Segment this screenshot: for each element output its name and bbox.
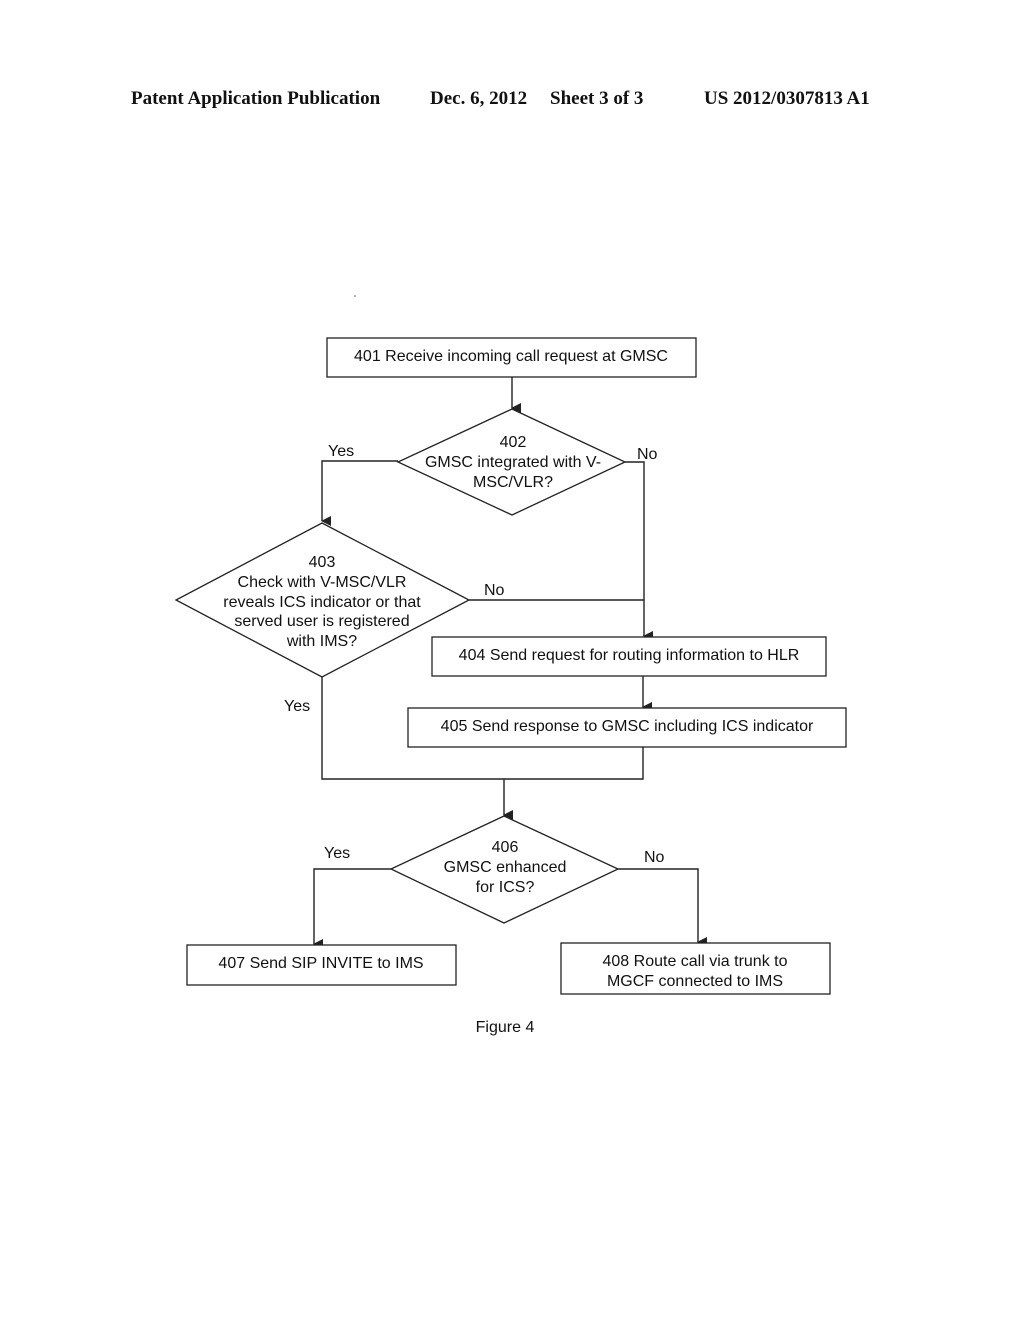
node-403-line5: with IMS? xyxy=(286,633,357,650)
edge-406-407 xyxy=(313,868,391,949)
label-no-402: No xyxy=(637,446,658,463)
node-406-line3: for ICS? xyxy=(476,879,535,896)
node-403-line4: served user is registered xyxy=(234,613,409,630)
node-403-line3: reveals ICS indicator or that xyxy=(223,594,421,611)
node-405: 405 Send response to GMSC including ICS … xyxy=(407,707,847,748)
edge-406-408 xyxy=(618,868,707,947)
node-408-line1: 408 Route call via trunk to xyxy=(603,953,788,970)
node-404: 404 Send request for routing information… xyxy=(431,636,827,677)
node-404-text: 404 Send request for routing information… xyxy=(459,647,800,664)
node-408-line2: MGCF connected to IMS xyxy=(607,973,783,990)
label-yes-403: Yes xyxy=(284,698,310,715)
node-401: 401 Receive incoming call request at GMS… xyxy=(326,337,697,378)
node-406-line2: GMSC enhanced xyxy=(444,859,567,876)
node-406-line1: 406 xyxy=(492,839,519,856)
node-405-text: 405 Send response to GMSC including ICS … xyxy=(441,718,814,735)
node-407-text: 407 Send SIP INVITE to IMS xyxy=(218,955,423,972)
node-407: 407 Send SIP INVITE to IMS xyxy=(186,944,457,986)
node-402-line2: GMSC integrated with V- xyxy=(425,454,601,471)
edge-402-403 xyxy=(321,460,398,526)
label-yes-406: Yes xyxy=(324,845,350,862)
figure-caption: Figure 4 xyxy=(476,1019,535,1036)
label-yes-402: Yes xyxy=(328,443,354,460)
edge-402-404 xyxy=(625,461,653,641)
node-402-line3: MSC/VLR? xyxy=(473,474,553,491)
flowchart: 401 Receive incoming call request at GMS… xyxy=(174,295,847,1036)
node-403-line1: 403 xyxy=(309,554,336,571)
node-406: 406 GMSC enhanced for ICS? xyxy=(389,815,620,924)
node-402-line1: 402 xyxy=(500,434,527,451)
node-402: 402 GMSC integrated with V- MSC/VLR? xyxy=(396,408,627,516)
node-403: 403 Check with V-MSC/VLR reveals ICS ind… xyxy=(174,522,471,678)
scan-artifact xyxy=(354,295,356,297)
label-no-403: No xyxy=(484,582,505,599)
node-408: 408 Route call via trunk to MGCF connect… xyxy=(560,942,831,995)
label-no-406: No xyxy=(644,849,665,866)
node-403-line2: Check with V-MSC/VLR xyxy=(238,574,407,591)
node-401-text: 401 Receive incoming call request at GMS… xyxy=(354,348,668,365)
